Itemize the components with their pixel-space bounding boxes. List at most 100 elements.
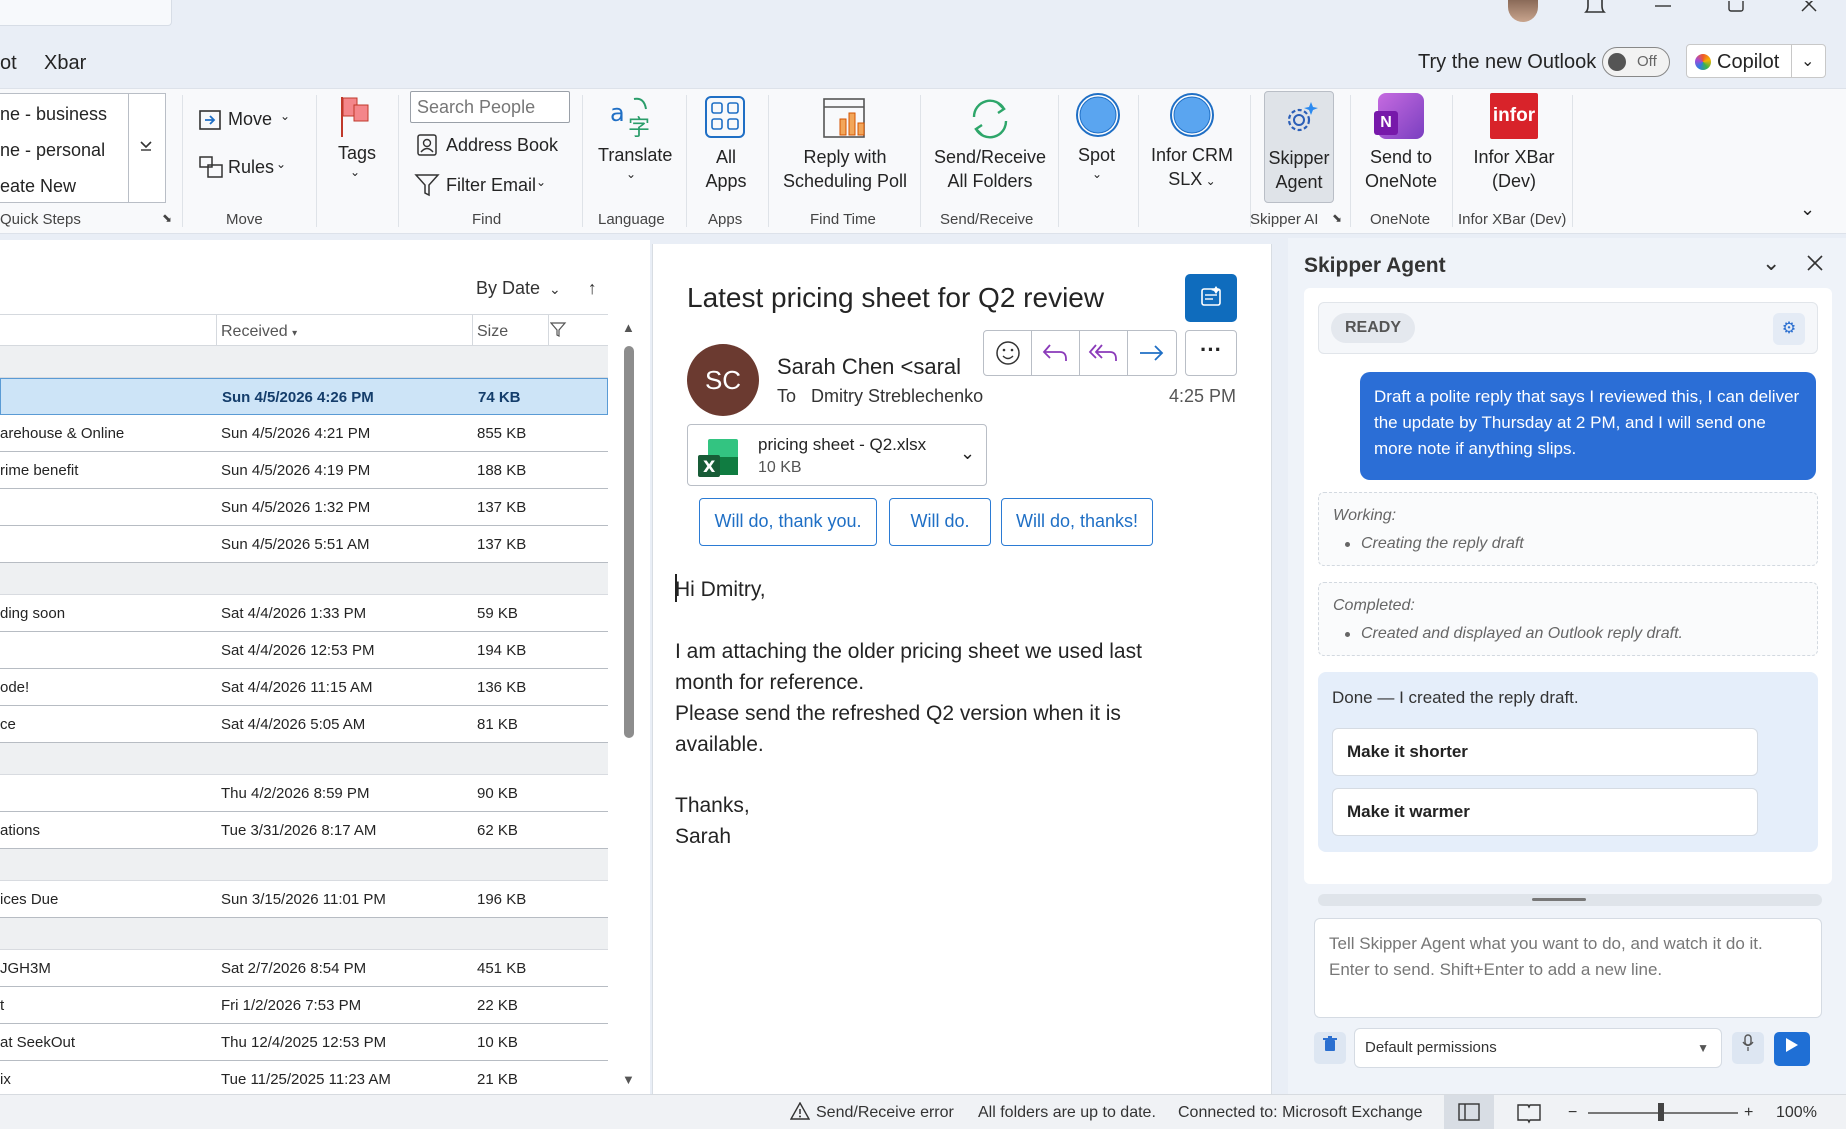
scroll-up-icon[interactable]: ▲ [622,320,635,335]
address-book-button[interactable]: Address Book [446,135,558,156]
send-to-onenote-button[interactable]: Send to OneNote [1358,145,1444,193]
spot-button[interactable]: Spot [1078,145,1115,166]
table-row[interactable]: ations Tue 3/31/2026 8:17 AM 62 KB [0,812,608,849]
skipper-agent-button[interactable]: Skipper Agent [1264,91,1334,203]
microphone-icon[interactable] [1732,1032,1764,1064]
send-receive-error[interactable]: Send/Receive error [816,1104,954,1122]
dialog-launcher-icon[interactable]: ⬊ [162,211,172,225]
copilot-button[interactable]: Copilot ⌄ [1686,44,1826,78]
zoom-level[interactable]: 100% [1776,1104,1817,1122]
sender-avatar[interactable]: SC [687,344,759,416]
table-row[interactable]: JGH3M Sat 2/7/2026 8:54 PM 451 KB [0,950,608,987]
close-window-icon[interactable] [1800,0,1818,14]
move-button[interactable]: Move [228,109,272,130]
reply-icon[interactable] [1032,331,1080,375]
sort-control[interactable]: By Date ⌄ ↑ [476,278,597,299]
group-header-row[interactable] [0,563,608,595]
skipper-prompt-input[interactable]: Tell Skipper Agent what you want to do, … [1314,918,1822,1018]
chevron-down-icon[interactable]: ⌄ [276,157,286,171]
normal-view-button[interactable] [1444,1095,1494,1129]
group-header-row[interactable] [0,743,608,775]
quick-reply-2[interactable]: Will do. [889,498,991,546]
emoji-reaction-icon[interactable] [984,331,1032,375]
chevron-down-icon[interactable]: ⌄ [350,165,360,179]
zoom-slider-thumb[interactable] [1658,1103,1664,1121]
chevron-down-icon[interactable]: ⌄ [626,167,636,181]
recipient-name[interactable]: Dmitry Streblechenko [811,386,983,406]
size-column-header[interactable]: Size [477,323,508,341]
reading-view-button[interactable] [1506,1095,1552,1129]
chevron-down-icon[interactable]: ⌄ [1762,250,1780,276]
chevron-down-icon[interactable]: ⌄ [536,175,546,189]
send-icon[interactable] [1774,1032,1810,1066]
suggestion-make-shorter[interactable]: Make it shorter [1332,728,1758,776]
group-header-row[interactable] [0,346,608,378]
search-people-input[interactable]: Search People [410,91,570,123]
reply-scheduling-poll-button[interactable]: Reply with Scheduling Poll [780,145,910,193]
quick-step-personal[interactable]: ne - personal [0,140,105,161]
group-header-row[interactable] [0,849,608,881]
grip[interactable] [1532,898,1586,901]
quick-step-create-new[interactable]: eate New [0,176,76,197]
chevron-down-icon[interactable]: ⌄ [1801,51,1814,71]
zoom-in-icon[interactable]: + [1744,1104,1753,1122]
table-row[interactable]: ding soon Sat 4/4/2026 1:33 PM 59 KB [0,595,608,632]
table-row[interactable]: ode! Sat 4/4/2026 11:15 AM 136 KB [0,669,608,706]
ribbon-collapse-chevron-icon[interactable]: ⌄ [1800,199,1815,220]
infor-crm-slx-button[interactable]: Infor CRM SLX ⌄ [1144,143,1240,193]
received-column-header[interactable]: Received ▾ [221,323,297,341]
message-list-scrollbar[interactable]: ▲ ▼ [618,320,640,1090]
table-row[interactable]: Sun 4/5/2026 4:26 PM 74 KB [0,378,608,415]
infor-xbar-dev-button[interactable]: Infor XBar (Dev) [1464,145,1564,193]
chevron-down-icon[interactable]: ⌄ [1092,167,1102,181]
maximize-icon[interactable] [1728,0,1744,14]
send-receive-all-folders-button[interactable]: Send/Receive All Folders [926,145,1054,193]
settings-gear-icon[interactable]: ⚙ [1773,313,1805,345]
user-avatar[interactable] [1508,0,1538,22]
chevron-down-icon[interactable]: ⌄ [1202,174,1216,188]
translate-button[interactable]: Translate [598,145,672,166]
table-row[interactable]: ices Due Sun 3/15/2026 11:01 PM 196 KB [0,881,608,918]
table-row[interactable]: ix Tue 11/25/2025 11:23 AM 21 KB [0,1061,608,1098]
quick-step-business[interactable]: ne - business [0,104,107,125]
dialog-launcher-icon[interactable]: ⬊ [1332,211,1342,225]
rules-button[interactable]: Rules [228,157,274,178]
forward-icon[interactable] [1128,331,1176,375]
sort-by-date[interactable]: By Date [476,278,540,298]
quick-steps-gallery[interactable]: ne - business ne - personal eate New [0,93,166,203]
window-tab[interactable] [0,0,172,26]
filter-email-button[interactable]: Filter Email [446,175,536,196]
subject-action-button[interactable] [1185,274,1237,322]
group-header-row[interactable] [0,918,608,950]
attachment-card[interactable]: X pricing sheet - Q2.xlsx 10 KB ⌄ [687,424,987,486]
reply-all-icon[interactable] [1080,331,1128,375]
all-apps-button[interactable]: All Apps [700,145,752,193]
quick-steps-expand[interactable] [128,94,164,202]
table-row[interactable]: rime benefit Sun 4/5/2026 4:19 PM 188 KB [0,452,608,489]
sender-name[interactable]: Sarah Chen <saral [777,354,961,380]
chevron-down-icon[interactable]: ⌄ [549,281,561,297]
scrollbar-thumb[interactable] [624,346,634,738]
quick-reply-1[interactable]: Will do, thank you. [699,498,877,546]
table-row[interactable]: Sat 4/4/2026 12:53 PM 194 KB [0,632,608,669]
table-row[interactable]: t Fri 1/2/2026 7:53 PM 22 KB [0,987,608,1024]
bell-icon[interactable] [1584,0,1606,14]
minimize-icon[interactable] [1654,0,1672,14]
table-row[interactable]: arehouse & Online Sun 4/5/2026 4:21 PM 855… [0,415,608,452]
sort-direction-arrow-icon[interactable]: ↑ [588,278,597,298]
tags-button[interactable]: Tags [338,143,376,164]
suggestion-make-warmer[interactable]: Make it warmer [1332,788,1758,836]
filter-icon[interactable] [549,321,568,344]
close-panel-icon[interactable] [1806,252,1824,278]
panel-resize-handle[interactable] [1318,894,1822,906]
chevron-down-icon[interactable]: ⌄ [960,443,975,464]
quick-reply-3[interactable]: Will do, thanks! [1001,498,1153,546]
menu-item-ot[interactable]: ot [0,52,17,75]
menu-item-xbar[interactable]: Xbar [44,52,86,75]
zoom-out-icon[interactable]: − [1568,1104,1577,1122]
scroll-down-icon[interactable]: ▼ [622,1072,635,1087]
trash-icon[interactable] [1314,1032,1346,1064]
table-row[interactable]: Thu 4/2/2026 8:59 PM 90 KB [0,775,608,812]
permissions-select[interactable]: Default permissions ▼ [1354,1028,1722,1068]
table-row[interactable]: at SeekOut Thu 12/4/2025 12:53 PM 10 KB [0,1024,608,1061]
